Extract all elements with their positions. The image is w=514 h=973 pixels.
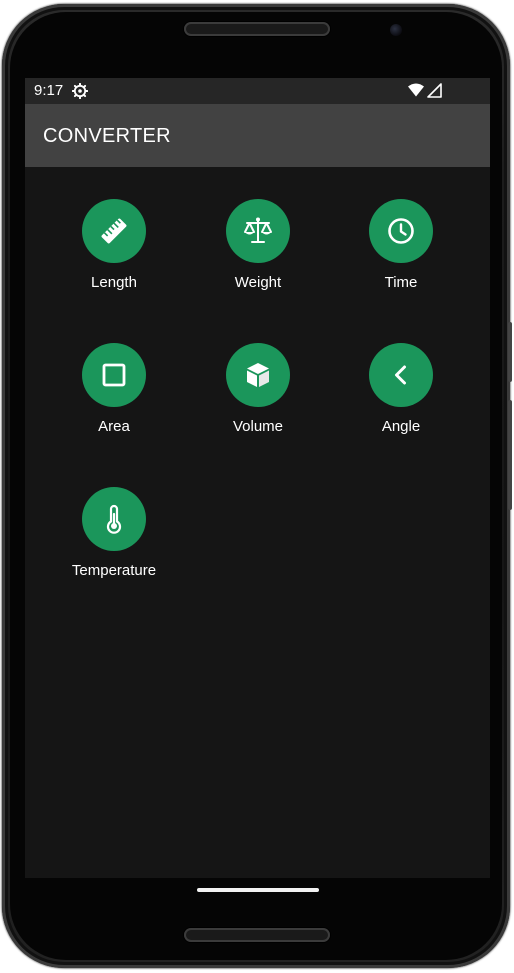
wifi-icon bbox=[408, 83, 424, 97]
category-label: Temperature bbox=[71, 562, 157, 579]
angle-icon-circle bbox=[369, 343, 433, 407]
cube-icon bbox=[247, 363, 269, 387]
ruler-icon bbox=[101, 218, 127, 244]
category-label: Volume bbox=[232, 418, 284, 435]
weight-icon-circle bbox=[226, 199, 290, 263]
category-area[interactable]: Area bbox=[44, 343, 184, 453]
category-volume[interactable]: Volume bbox=[188, 343, 328, 453]
category-length[interactable]: Length bbox=[44, 199, 184, 309]
bottom-speaker bbox=[184, 928, 330, 942]
settings-gear-icon bbox=[72, 83, 88, 99]
temperature-icon-circle bbox=[82, 487, 146, 551]
angle-icon bbox=[395, 365, 406, 385]
scale-icon bbox=[244, 217, 272, 243]
category-label: Weight bbox=[234, 274, 282, 291]
app-title: CONVERTER bbox=[43, 125, 171, 147]
length-icon-circle bbox=[82, 199, 146, 263]
category-time[interactable]: Time bbox=[331, 199, 471, 309]
category-temperature[interactable]: Temperature bbox=[44, 487, 184, 597]
home-indicator[interactable] bbox=[197, 888, 319, 892]
thermometer-icon bbox=[106, 504, 122, 534]
clock-icon bbox=[388, 218, 414, 244]
category-label: Angle bbox=[381, 418, 421, 435]
status-time: 9:17 bbox=[34, 82, 64, 99]
earpiece-speaker bbox=[184, 22, 330, 36]
app-bar: CONVERTER bbox=[25, 104, 490, 167]
volume-button bbox=[508, 322, 512, 382]
cell-signal-icon bbox=[427, 83, 442, 98]
gesture-nav-bar bbox=[25, 878, 490, 906]
category-label: Area bbox=[98, 418, 130, 435]
category-weight[interactable]: Weight bbox=[188, 199, 328, 309]
category-label: Time bbox=[384, 274, 418, 291]
square-icon bbox=[102, 363, 126, 387]
front-camera bbox=[390, 24, 402, 36]
category-angle[interactable]: Angle bbox=[331, 343, 471, 453]
volume-icon-circle bbox=[226, 343, 290, 407]
area-icon-circle bbox=[82, 343, 146, 407]
screen: 9:17 CONVERTER Length Weight Time Area V… bbox=[25, 78, 490, 906]
power-button bbox=[508, 400, 512, 510]
status-bar: 9:17 bbox=[25, 78, 490, 104]
category-label: Length bbox=[91, 274, 137, 291]
time-icon-circle bbox=[369, 199, 433, 263]
